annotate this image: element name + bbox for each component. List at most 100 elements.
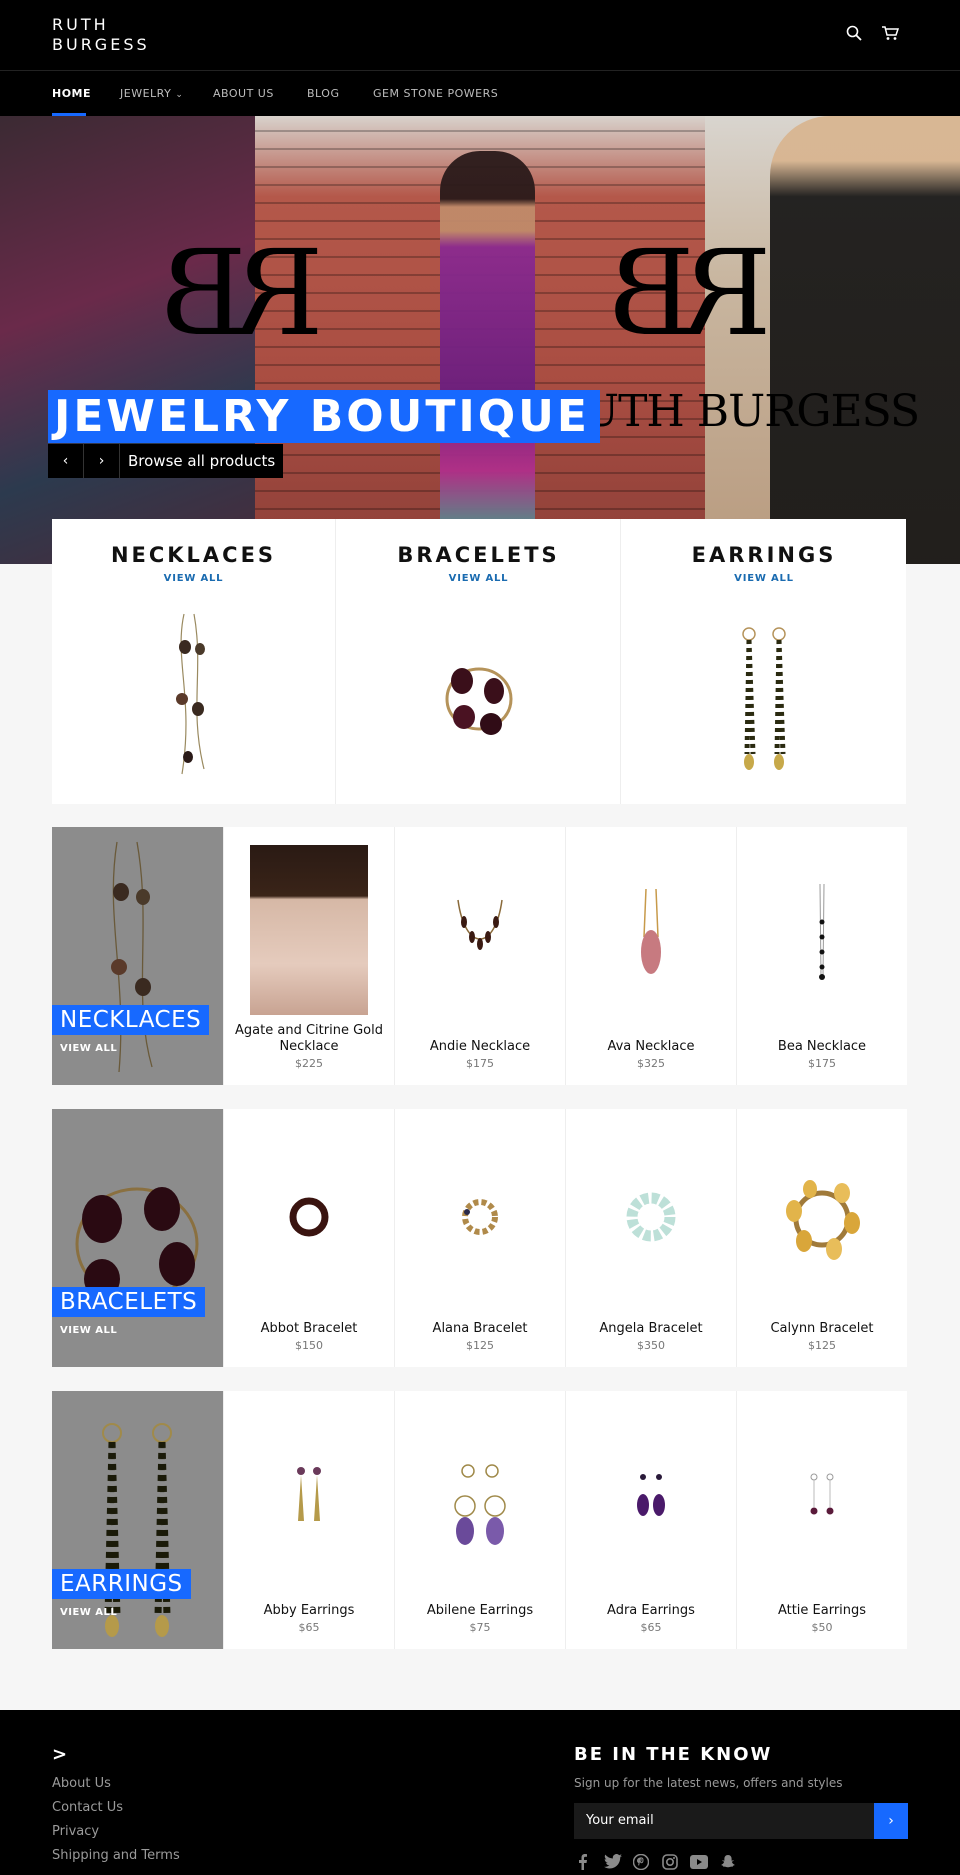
view-all-link[interactable]: VIEW ALL xyxy=(60,1043,117,1054)
product-card[interactable]: Attie Earrings $50 xyxy=(736,1391,907,1649)
newsletter-subtitle: Sign up for the latest news, offers and … xyxy=(574,1776,843,1790)
nav-item-jewelry-label: JEWELRY xyxy=(120,87,172,100)
instagram-icon[interactable] xyxy=(662,1854,680,1870)
hero-model-beach-figure xyxy=(770,116,960,564)
collection-title: BRACELETS xyxy=(397,543,560,567)
product-price: $50 xyxy=(811,1621,833,1634)
logo-line-1: RUTH xyxy=(52,15,109,34)
product-name: Angela Bracelet xyxy=(599,1321,703,1336)
product-row-bracelets: BRACELETS VIEW ALL Abbot Bracelet $150 A… xyxy=(52,1109,907,1367)
featured-collection-necklaces[interactable]: NECKLACES VIEW ALL xyxy=(52,827,223,1085)
newsletter-title: BE IN THE KNOW xyxy=(574,1744,773,1765)
view-all-link[interactable]: VIEW ALL xyxy=(60,1607,117,1618)
facebook-icon[interactable] xyxy=(578,1854,596,1870)
necklace-feature-image xyxy=(111,841,153,1073)
product-price: $350 xyxy=(637,1339,665,1352)
nav-item-blog[interactable]: BLOG xyxy=(307,87,339,100)
nav-item-about-us[interactable]: ABOUT US xyxy=(213,87,274,100)
product-card[interactable]: Alana Bracelet $125 xyxy=(394,1109,565,1367)
product-image xyxy=(626,1192,676,1242)
earrings-image xyxy=(742,627,786,770)
product-name: Bea Necklace xyxy=(777,1039,867,1054)
chevron-down-icon: ⌄ xyxy=(175,90,184,100)
featured-label: BRACELETS xyxy=(52,1287,206,1317)
search-icon[interactable] xyxy=(846,25,866,45)
product-price: $175 xyxy=(808,1057,836,1070)
newsletter-submit-button[interactable]: › xyxy=(874,1803,908,1839)
collection-card-bracelets[interactable]: BRACELETS VIEW ALL xyxy=(337,519,621,804)
pinterest-icon[interactable] xyxy=(632,1853,651,1871)
hero-model-figure xyxy=(440,151,535,551)
site-header: RUTH BURGESS xyxy=(0,0,960,70)
footer-link-contact-us[interactable]: Contact Us xyxy=(52,1800,123,1815)
snapchat-icon[interactable] xyxy=(721,1854,739,1870)
product-card[interactable]: Calynn Bracelet $125 xyxy=(736,1109,907,1367)
product-name: Adra Earrings xyxy=(607,1603,695,1618)
nav-item-home[interactable]: HOME xyxy=(52,87,91,100)
view-all-link[interactable]: VIEW ALL xyxy=(52,573,335,584)
nav-item-jewelry[interactable]: JEWELRY ⌄ xyxy=(120,87,183,100)
hero-slideshow: RB RB UTH BURGESS JEWELRY BOUTIQUE ‹ › B… xyxy=(0,116,960,564)
rb-monogram-right: RB xyxy=(620,224,772,362)
product-name: Abby Earrings xyxy=(263,1603,355,1618)
product-card[interactable]: Ava Necklace $325 xyxy=(565,827,736,1085)
nav-item-gem-stone-powers[interactable]: GEM STONE POWERS xyxy=(373,87,498,100)
product-image xyxy=(641,888,661,974)
product-price: $75 xyxy=(469,1621,491,1634)
newsletter-email-input[interactable]: Your email xyxy=(574,1803,874,1839)
product-card[interactable]: Adra Earrings $65 xyxy=(565,1391,736,1649)
footer-link-shipping-terms[interactable]: Shipping and Terms xyxy=(52,1848,180,1863)
product-card[interactable]: Andie Necklace $175 xyxy=(394,827,565,1085)
necklace-image xyxy=(175,613,205,775)
twitter-icon[interactable] xyxy=(604,1854,622,1870)
product-name: Ava Necklace xyxy=(607,1039,695,1054)
hero-title: JEWELRY BOUTIQUE xyxy=(48,390,600,443)
product-image xyxy=(819,883,825,980)
site-footer: > About Us Contact Us Privacy Shipping a… xyxy=(0,1710,960,1875)
featured-label: NECKLACES xyxy=(52,1005,210,1035)
product-image xyxy=(454,1464,506,1545)
hero-brand-name: UTH BURGESS xyxy=(582,386,920,437)
footer-link-privacy[interactable]: Privacy xyxy=(52,1824,99,1839)
featured-collection-earrings[interactable]: EARRINGS VIEW ALL xyxy=(52,1391,223,1649)
product-price: $150 xyxy=(295,1339,323,1352)
product-name: Andie Necklace xyxy=(429,1039,531,1054)
product-row-earrings: EARRINGS VIEW ALL Abby Earrings $65 Abil… xyxy=(52,1391,907,1649)
youtube-icon[interactable] xyxy=(690,1854,708,1870)
product-name: Abbot Bracelet xyxy=(260,1321,358,1336)
product-image xyxy=(786,1180,860,1260)
main-nav: HOME JEWELRY ⌄ ABOUT US BLOG GEM STONE P… xyxy=(0,70,960,116)
collection-card-earrings[interactable]: EARRINGS VIEW ALL xyxy=(622,519,906,804)
product-card[interactable]: Agate and Citrine Gold Necklace $225 xyxy=(223,827,394,1085)
cart-icon[interactable] xyxy=(881,25,901,45)
product-card[interactable]: Bea Necklace $175 xyxy=(736,827,907,1085)
product-card[interactable]: Angela Bracelet $350 xyxy=(565,1109,736,1367)
rb-monogram-left: RB xyxy=(172,224,324,362)
collection-title: EARRINGS xyxy=(691,543,837,567)
site-logo[interactable]: RUTH BURGESS xyxy=(52,15,150,55)
hero-controls: ‹ › Browse all products xyxy=(48,444,284,478)
view-all-link[interactable]: VIEW ALL xyxy=(60,1325,117,1336)
view-all-link[interactable]: VIEW ALL xyxy=(622,573,906,584)
product-price: $325 xyxy=(637,1057,665,1070)
product-price: $65 xyxy=(298,1621,320,1634)
product-card[interactable]: Abilene Earrings $75 xyxy=(394,1391,565,1649)
logo-line-2: BURGESS xyxy=(52,35,150,54)
featured-collection-bracelets[interactable]: BRACELETS VIEW ALL xyxy=(52,1109,223,1367)
product-image xyxy=(462,1199,498,1235)
view-all-link[interactable]: VIEW ALL xyxy=(337,573,620,584)
product-image xyxy=(289,1197,329,1237)
browse-all-products-button[interactable]: Browse all products xyxy=(120,444,283,478)
product-card[interactable]: Abby Earrings $65 xyxy=(223,1391,394,1649)
slide-prev-icon[interactable]: ‹ xyxy=(48,444,84,478)
product-image xyxy=(297,1467,321,1521)
product-name: Agate and Citrine Gold Necklace xyxy=(235,1023,383,1054)
collection-card-necklaces[interactable]: NECKLACES VIEW ALL xyxy=(52,519,336,804)
product-card[interactable]: Abbot Bracelet $150 xyxy=(223,1109,394,1367)
footer-link-about-us[interactable]: About Us xyxy=(52,1776,111,1791)
product-name: Alana Bracelet xyxy=(432,1321,528,1336)
product-price: $125 xyxy=(466,1339,494,1352)
footer-heading: > xyxy=(52,1744,68,1765)
slide-next-icon[interactable]: › xyxy=(84,444,120,478)
product-price: $225 xyxy=(295,1057,323,1070)
